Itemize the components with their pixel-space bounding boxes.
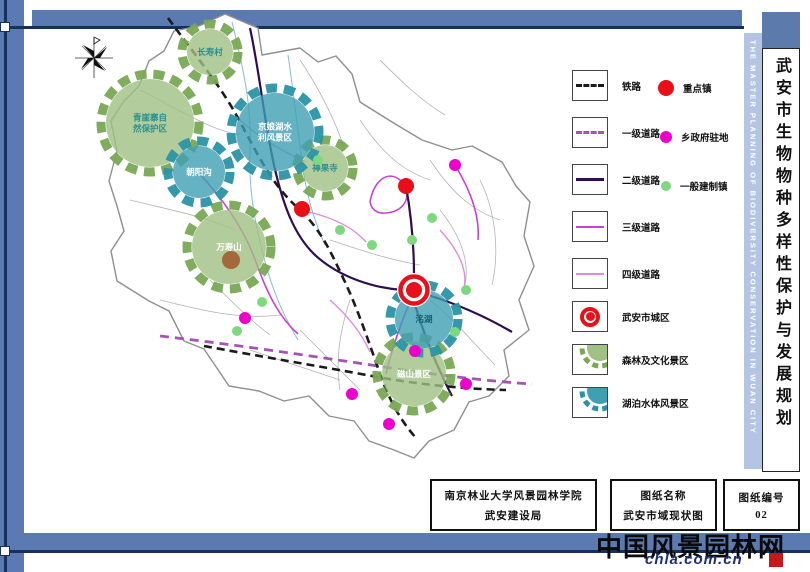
legend-swatch-box [572, 164, 608, 195]
legend-item-road4: 四级道路 [572, 258, 660, 289]
title-header-block [762, 12, 800, 48]
legend-label: 三级道路 [622, 220, 660, 234]
general-town-dot [427, 213, 437, 223]
township-seat-dot-icon [660, 131, 672, 143]
planning-sheet: 青崖寨自然保护区 长寿村禅果寺万寿山磁山景区 京娘湖水利风景区朝阳沟洺湖 铁路 一级… [0, 0, 810, 572]
legend-item-road2: 二级道路 [572, 164, 660, 195]
lake-area-icon [573, 388, 607, 417]
legend-swatch-box [572, 301, 608, 332]
general-town-dot [367, 240, 377, 250]
general-town-dot [407, 235, 417, 245]
legend-swatch-box [572, 70, 608, 101]
township-seat-dot [449, 159, 461, 171]
legend-label: 四级道路 [622, 267, 660, 281]
scenic-area-label: 磁山景区 [397, 369, 432, 379]
legend-item-general-town: 一般建制镇 [661, 179, 728, 193]
township-seat-dot [346, 388, 358, 400]
scenic-area-label: 长寿村 [197, 47, 223, 57]
legend-label: 乡政府驻地 [681, 130, 729, 144]
english-title-text: THE MASTER PLANNING OF BIODIVERSITY CONS… [749, 33, 758, 469]
legend-swatch-box [572, 387, 608, 418]
legend-swatch-box [572, 211, 608, 242]
road1-line-sample [576, 131, 604, 134]
township-seat-dot [460, 378, 472, 390]
legend-item-road3: 三级道路 [572, 211, 660, 242]
drawing-number-box: 图纸编号 02 [723, 479, 800, 531]
legend-label: 森林及文化景区 [622, 353, 689, 367]
legend-item-lake: 湖泊水体风景区 [572, 387, 689, 418]
general-town-dot [313, 155, 323, 165]
legend-swatch-box [572, 344, 608, 375]
legend-label: 武安市城区 [622, 310, 670, 324]
road4-line-sample [576, 273, 604, 275]
legend-label: 二级道路 [622, 173, 660, 187]
general-town-dot [450, 327, 460, 337]
watermark-site-url: chla.com.cn [645, 551, 743, 568]
organization-box: 南京林业大学风景园林学院 武安建设局 [430, 479, 597, 531]
railway-line-sample [576, 84, 604, 87]
legend-item-key-town: 重点镇 [658, 80, 712, 96]
legend-swatch-box [572, 258, 608, 289]
legend-label: 一般建制镇 [680, 179, 728, 193]
forest-area-icon [573, 345, 607, 374]
scenic-area-label: 京娘湖水利风景区 [257, 122, 293, 143]
drawing-name-value: 武安市域现状图 [623, 508, 704, 523]
key-town-dot [398, 178, 414, 194]
drawing-number-label: 图纸编号 [739, 490, 785, 505]
legend-swatch-box [572, 117, 608, 148]
city-bullseye-icon [580, 307, 600, 327]
legend-label: 重点镇 [683, 81, 712, 95]
general-town-dot [232, 326, 242, 336]
legend-item-railway: 铁路 [572, 70, 641, 101]
legend-label: 铁路 [622, 79, 641, 93]
township-seat-dot [383, 418, 395, 430]
key-town-dot-icon [658, 80, 674, 96]
organization-line1: 南京林业大学风景园林学院 [445, 488, 583, 503]
drawing-name-label: 图纸名称 [641, 488, 687, 503]
legend-item-forest: 森林及文化景区 [572, 344, 689, 375]
drawing-name-box: 图纸名称 武安市域现状图 [610, 479, 717, 531]
general-town-dot-icon [661, 181, 671, 191]
compass-icon [74, 34, 114, 80]
seal-icon [769, 553, 783, 567]
road2-line-sample [576, 178, 604, 181]
organization-line2: 武安建设局 [485, 508, 543, 523]
legend-item-city: 武安市城区 [572, 301, 670, 332]
township-seat-dot [239, 312, 251, 324]
road3-line-sample [576, 226, 604, 228]
general-town-dot [461, 285, 471, 295]
scenic-area-label: 万寿山 [215, 242, 242, 252]
chinese-title-text: 武安市生物物种多样性保护与发展规划 [769, 49, 793, 471]
scenic-area-label: 朝阳沟 [186, 167, 212, 177]
english-title-strip: THE MASTER PLANNING OF BIODIVERSITY CONS… [744, 33, 762, 469]
township-seat-dot [409, 345, 421, 357]
scenic-core-dot [222, 251, 240, 269]
scenic-area-label: 禅果寺 [311, 163, 338, 173]
scenic-area-label: 青崖寨自然保护区 [132, 113, 168, 134]
general-town-dot [335, 225, 345, 235]
general-town-dot [257, 297, 267, 307]
legend-item-road1: 一级道路 [572, 117, 660, 148]
legend-label: 湖泊水体风景区 [622, 396, 689, 410]
scenic-area-label: 洺湖 [415, 314, 433, 324]
legend-label: 一级道路 [622, 126, 660, 140]
legend-item-township-seat: 乡政府驻地 [660, 130, 729, 144]
key-town-dot [294, 201, 310, 217]
chinese-title-box: 武安市生物物种多样性保护与发展规划 [762, 48, 800, 472]
drawing-number-value: 02 [755, 510, 768, 521]
city-center-marker [397, 273, 431, 307]
